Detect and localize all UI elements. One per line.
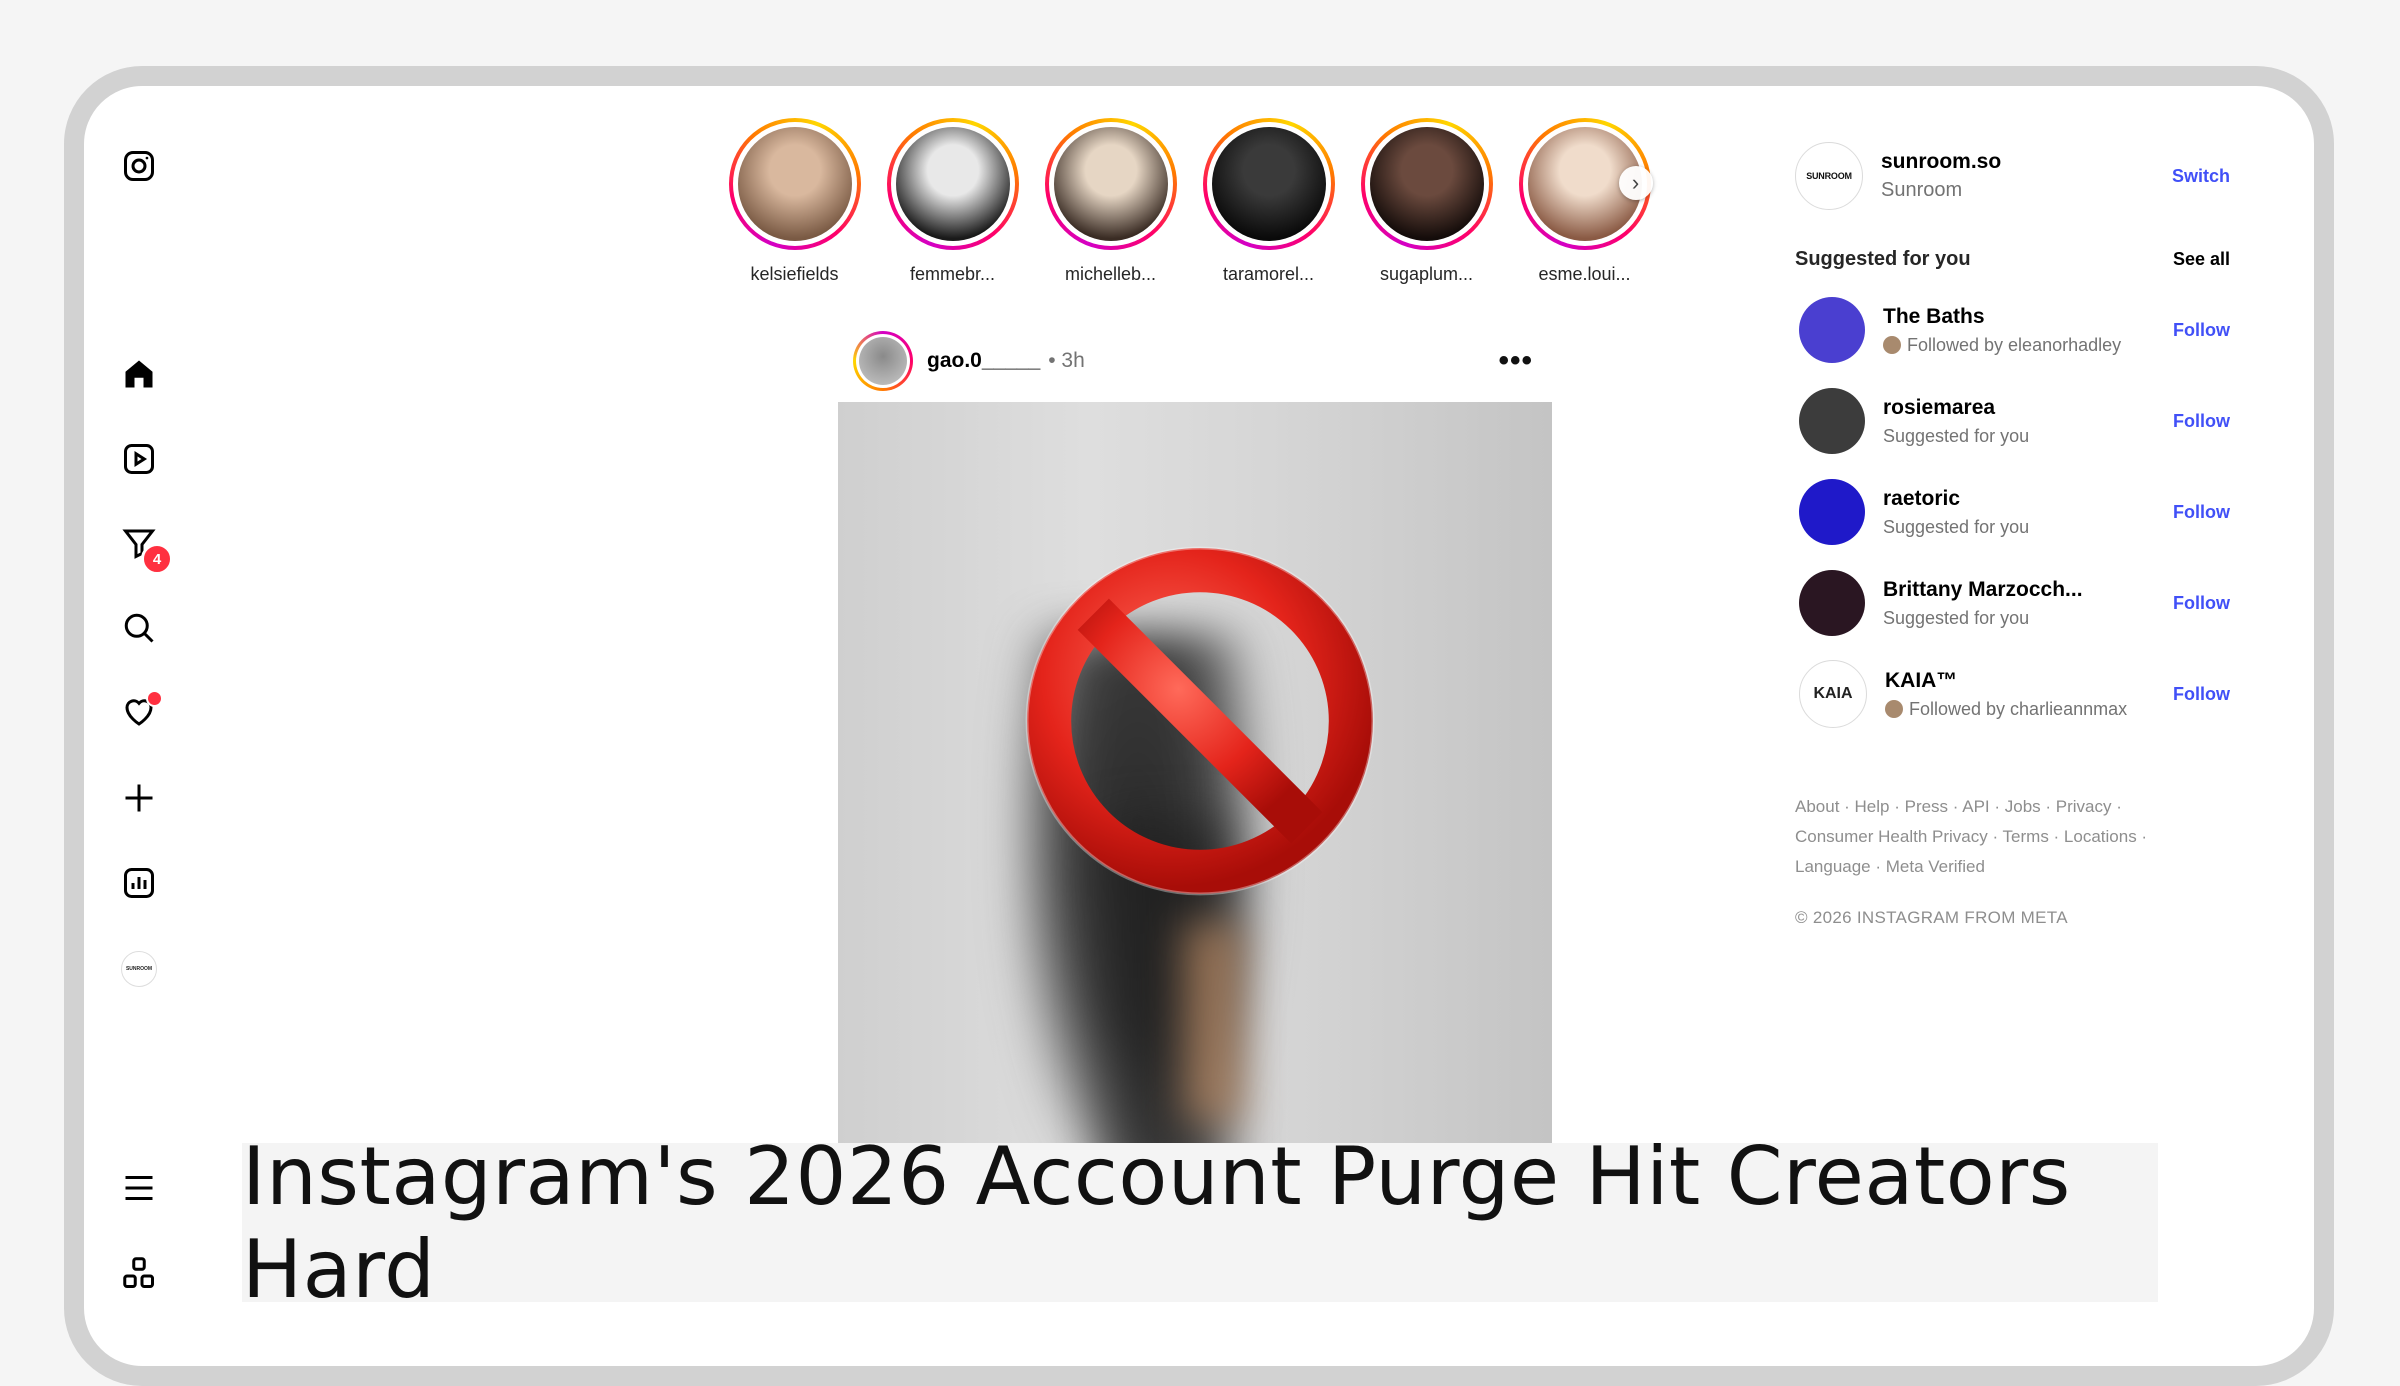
account-display-name: Sunroom <box>1881 179 1963 201</box>
suggestion-subtitle: Suggested for you <box>1883 516 2030 537</box>
story-ring[interactable]: › <box>1518 118 1653 250</box>
search-icon[interactable] <box>121 610 157 646</box>
suggestion-avatar[interactable]: KAIA <box>1799 660 1867 728</box>
story-ring[interactable] <box>1202 118 1335 250</box>
story-username: femmebr... <box>909 264 996 284</box>
post-timestamp: • 3h <box>1048 349 1085 372</box>
menu-icon[interactable] <box>121 1170 157 1206</box>
suggestion-row: KAIA KAIA™ Followed by charlieannmax Follow <box>1795 660 2230 728</box>
story-ring[interactable] <box>886 118 1019 250</box>
suggestion-row: The Baths Followed by eleanorhadley Follow <box>1795 296 2230 364</box>
story-username: michelleb... <box>1064 264 1157 284</box>
copyright: © 2026 INSTAGRAM FROM META <box>1795 908 2068 927</box>
suggestion-avatar[interactable] <box>1799 297 1865 363</box>
suggestion-name[interactable]: Brittany Marzocch... <box>1883 578 2083 602</box>
story-avatar <box>1211 127 1326 241</box>
create-plus-icon[interactable] <box>121 780 157 816</box>
story-item[interactable]: michelleb... <box>1044 118 1177 285</box>
suggestion-name[interactable]: The Baths <box>1883 305 2121 329</box>
prohibited-icon <box>1025 546 1375 896</box>
heart-icon[interactable] <box>121 690 163 730</box>
post-image[interactable] <box>838 402 1552 1144</box>
footer-line[interactable]: Language · Meta Verified <box>1795 852 2225 882</box>
story-item[interactable]: sugaplum... <box>1360 118 1493 285</box>
profile-avatar[interactable]: SUNROOM <box>121 951 157 987</box>
suggestion-row: rosiemarea Suggested for you Follow <box>1795 387 2230 455</box>
story-username: sugaplum... <box>1379 264 1474 284</box>
follow-button[interactable]: Follow <box>2173 320 2230 341</box>
suggestion-row: Brittany Marzocch... Suggested for you Fol… <box>1795 569 2230 637</box>
story-item[interactable]: › esme.loui... <box>1518 118 1653 285</box>
suggestion-subtitle: Suggested for you <box>1883 607 2030 628</box>
story-item[interactable]: taramorel... <box>1202 118 1335 285</box>
headline-caption: Instagram's 2026 Account Purge Hit Creat… <box>242 1130 2158 1316</box>
story-avatar <box>895 127 1010 241</box>
suggestion-subtitle: Followed by charlieannmax <box>1909 698 2128 719</box>
post-username[interactable]: gao.0_____ <box>927 349 1040 373</box>
home-icon[interactable] <box>121 356 157 392</box>
suggestion-avatar[interactable] <box>1799 388 1865 454</box>
stories-next-arrow-icon[interactable]: › <box>1618 166 1653 200</box>
story-ring[interactable] <box>728 118 861 250</box>
follow-button[interactable]: Follow <box>2173 502 2230 523</box>
suggestion-name[interactable]: raetoric <box>1883 487 2029 511</box>
apps-grid-icon[interactable] <box>121 1255 157 1291</box>
current-account: SUNROOM sunroom.so Sunroom Switch <box>1795 142 2230 210</box>
follow-button[interactable]: Follow <box>2173 411 2230 432</box>
mutual-avatar <box>1883 336 1901 354</box>
story-username: taramorel... <box>1222 264 1315 284</box>
story-avatar <box>1053 127 1168 241</box>
suggestion-avatar[interactable] <box>1799 479 1865 545</box>
follow-button[interactable]: Follow <box>2173 684 2230 705</box>
insights-icon[interactable] <box>121 865 157 901</box>
story-ring[interactable] <box>1360 118 1493 250</box>
post-header: gao.0_____ • 3h ••• <box>853 330 1543 392</box>
suggestion-avatar[interactable] <box>1799 570 1865 636</box>
see-all-link[interactable]: See all <box>2173 249 2230 270</box>
footer-links: About · Help · Press · API · Jobs · Priv… <box>1795 792 2225 882</box>
instagram-logo-icon[interactable] <box>121 148 157 184</box>
more-options-icon[interactable]: ••• <box>1498 344 1533 378</box>
suggestion-row: raetoric Suggested for you Follow <box>1795 478 2230 546</box>
mutual-avatar <box>1885 700 1903 718</box>
suggestions-list: The Baths Followed by eleanorhadley Follow… <box>1795 296 2230 751</box>
story-item[interactable]: kelsiefields <box>728 118 861 285</box>
reels-icon[interactable] <box>121 441 157 477</box>
stories-tray: kelsiefields femmebr... michelleb... taramo… <box>728 118 1653 285</box>
suggestion-name[interactable]: KAIA™ <box>1885 669 2127 693</box>
suggestions-title: Suggested for you <box>1795 248 1971 270</box>
story-username: esme.loui... <box>1538 264 1631 284</box>
post-author-avatar[interactable] <box>853 331 913 391</box>
switch-account-link[interactable]: Switch <box>2172 166 2230 187</box>
footer-line[interactable]: About · Help · Press · API · Jobs · Priv… <box>1795 792 2225 822</box>
story-item[interactable]: femmebr... <box>886 118 1019 285</box>
story-username: kelsiefields <box>750 264 839 284</box>
story-avatar <box>1369 127 1484 241</box>
follow-button[interactable]: Follow <box>2173 593 2230 614</box>
suggestion-name[interactable]: rosiemarea <box>1883 396 2029 420</box>
notification-badge: 4 <box>141 543 173 575</box>
suggestion-subtitle: Suggested for you <box>1883 425 2030 446</box>
footer-line[interactable]: Consumer Health Privacy · Terms · Locati… <box>1795 822 2225 852</box>
account-username[interactable]: sunroom.so <box>1881 150 2001 174</box>
suggestion-subtitle: Followed by eleanorhadley <box>1907 334 2122 355</box>
story-avatar <box>737 127 852 241</box>
activity-dot <box>146 690 163 707</box>
suggestions-header: Suggested for you See all <box>1795 248 2230 271</box>
messages-filter-icon[interactable]: 4 <box>121 525 173 575</box>
story-ring[interactable] <box>1044 118 1177 250</box>
account-avatar[interactable]: SUNROOM <box>1795 142 1863 210</box>
